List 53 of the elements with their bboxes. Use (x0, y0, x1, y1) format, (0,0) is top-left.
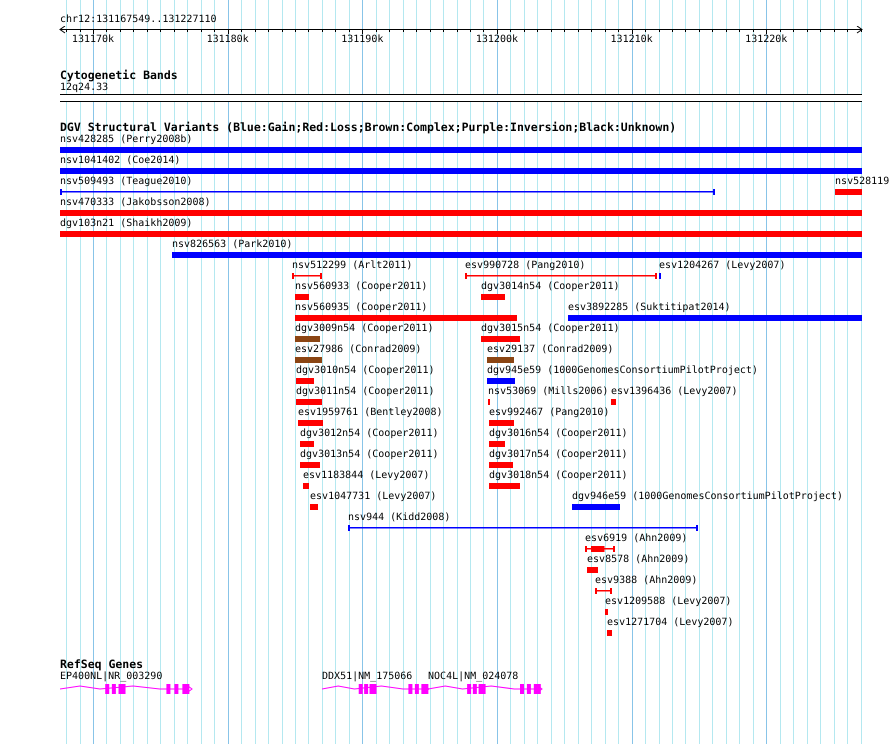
tick-label: 131180k (206, 34, 249, 46)
variant-label: dgv3017n54 (Cooper2011) (489, 449, 628, 462)
variant-label: esv1204267 (Levy2007) (659, 260, 786, 273)
variant-label: dgv3015n54 (Cooper2011) (481, 323, 620, 336)
tick-label: 131190k (341, 34, 384, 46)
variant-label: dgv946e59 (1000GenomesConsortiumPilotProject) (572, 491, 843, 504)
variant-label: nsv512299 (Arlt2011) (292, 260, 412, 273)
tick-label: 131170k (72, 34, 114, 46)
variant-label: dgv103n21 (Shaikh2009) (60, 218, 192, 231)
variant-label: nsv826563 (Park2010) (172, 239, 292, 252)
variant-label: dgv3012n54 (Cooper2011) (300, 428, 438, 441)
variant-label: esv3892285 (Suktitipat2014) (568, 302, 731, 315)
track-title: DGV Structural Variants (Blue:Gain;Red:Loss;Brown:Complex;Purple:Inversion;Black:Unknown) (60, 121, 678, 134)
variant-label: nsv53069 (Mills2006) (488, 386, 608, 399)
variant-label: esv6919 (Ahn2009) (585, 533, 688, 546)
track-title: Cytogenetic Bands (60, 69, 179, 82)
variant-label: dgv3009n54 (Cooper2011) (295, 323, 434, 336)
variant-label: esv1959761 (Bentley2008) (298, 407, 442, 420)
tick-label: 131200k (476, 34, 518, 46)
variant-label: esv29137 (Conrad2009) (487, 344, 614, 357)
location-label: chr12:131167549..131227110 (60, 14, 218, 26)
variant-label: esv1183844 (Levy2007) (303, 470, 430, 483)
variant-label: dgv3011n54 (Cooper2011) (296, 386, 434, 399)
variant-label: esv1047731 (Levy2007) (310, 491, 436, 504)
variant-label: dgv3016n54 (Cooper2011) (489, 428, 628, 441)
variant-label: nsv560935 (Cooper2011) (295, 302, 428, 315)
variant-label: nsv509493 (Teague2010) (60, 176, 192, 189)
variant-label: dgv3018n54 (Cooper2011) (489, 470, 628, 483)
variant-label: esv1209588 (Levy2007) (605, 596, 732, 609)
variant-label: dgv3013n54 (Cooper2011) (300, 449, 438, 462)
band-label: 12q24.33 (60, 82, 110, 94)
variant-label: esv992467 (Pang2010) (489, 407, 610, 420)
variant-label: esv990728 (Pang2010) (465, 260, 586, 273)
variant-label: esv1396436 (Levy2007) (611, 386, 738, 399)
gene-label: DDX51|NM_175066 (322, 671, 412, 684)
track-title: RefSeq Genes (60, 658, 144, 671)
variant-label: nsv528119 (835, 176, 890, 189)
variant-label: nsv560933 (Cooper2011) (295, 281, 428, 294)
variant-label: nsv944 (Kidd2008) (348, 512, 450, 525)
variant-label: esv27986 (Conrad2009) (295, 344, 422, 357)
variant-label: esv1271704 (Levy2007) (607, 617, 734, 630)
variant-label: esv9388 (Ahn2009) (595, 575, 698, 588)
variant-label: nsv428285 (Perry2008b) (60, 134, 192, 147)
tick-label: 131220k (745, 34, 788, 46)
variant-label: esv8578 (Ahn2009) (587, 554, 690, 567)
gene-label: EP400NL|NR_003290 (60, 671, 162, 684)
variant-label: nsv470333 (Jakobsson2008) (60, 197, 211, 210)
variant-label: dgv3014n54 (Cooper2011) (481, 281, 620, 294)
variant-label: dgv945e59 (1000GenomesConsortiumPilotProject) (487, 365, 758, 378)
variant-label: nsv1041402 (Coe2014) (60, 155, 180, 168)
variant-label: dgv3010n54 (Cooper2011) (296, 365, 434, 378)
gene-label: NOC4L|NM_024078 (428, 671, 518, 684)
tick-label: 131210k (610, 34, 653, 46)
